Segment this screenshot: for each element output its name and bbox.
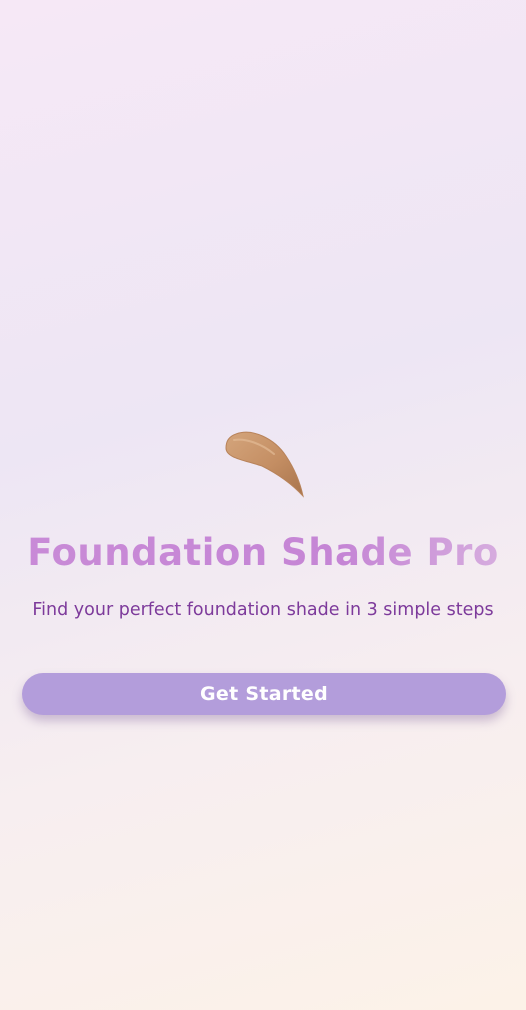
get-started-button[interactable]: Get Started bbox=[22, 673, 506, 715]
app-title: Foundation Shade Pro bbox=[0, 530, 526, 576]
app-tagline: Find your perfect foundation shade in 3 … bbox=[32, 600, 494, 620]
foundation-swatch-icon bbox=[225, 431, 304, 498]
welcome-screen: Foundation Shade Pro Find your perfect f… bbox=[0, 0, 526, 1010]
